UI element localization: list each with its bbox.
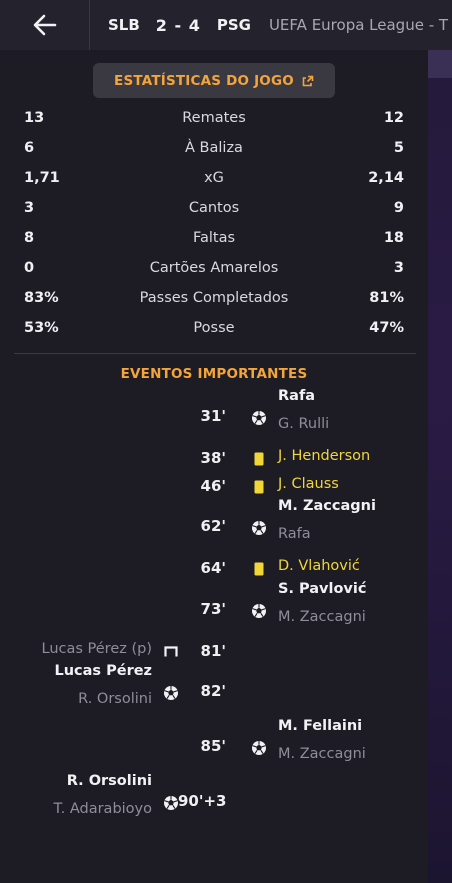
event-minute: 81' <box>200 642 226 660</box>
event-minute: 90'+3 <box>178 792 227 810</box>
match-stats-button[interactable]: ESTATÍSTICAS DO JOGO <box>93 63 335 98</box>
stat-row: 3 Cantos 9 <box>0 200 428 222</box>
stat-away-value: 2,14 <box>368 170 404 186</box>
event-minute: 82' <box>200 682 226 700</box>
stat-away-value: 81% <box>369 290 404 306</box>
top-bar: SLB 2 - 4 PSG UEFA Europa League - T <box>0 0 452 50</box>
event-player[interactable]: M. Fellaini <box>278 718 362 734</box>
stat-label: Passes Completados <box>139 290 289 306</box>
event-minute: 38' <box>200 449 226 467</box>
stat-row: 13 Remates 12 <box>0 110 428 132</box>
event-detail[interactable]: M. Zaccagni <box>278 746 366 762</box>
divider <box>14 353 416 354</box>
events-title: EVENTOS IMPORTANTES <box>120 366 308 382</box>
event-minute: 73' <box>200 600 226 618</box>
match-stats-panel: ESTATÍSTICAS DO JOGO 13 Remates 12 6 À Baliz… <box>0 50 428 883</box>
stat-label: Posse <box>193 320 235 336</box>
event-player[interactable]: J. Clauss <box>278 476 339 492</box>
event-minute: 46' <box>200 477 226 495</box>
yellow-card-icon <box>251 479 267 495</box>
event-player[interactable]: Rafa <box>278 388 315 404</box>
scoreline: SLB 2 - 4 PSG UEFA Europa League - T <box>90 16 448 35</box>
goal-ball-icon <box>163 685 179 701</box>
goal-ball-icon <box>251 410 267 426</box>
stat-row: 53% Posse 47% <box>0 320 428 342</box>
goal-ball-icon <box>251 520 267 536</box>
stat-row: 83% Passes Completados 81% <box>0 290 428 312</box>
match-stats-title: ESTATÍSTICAS DO JOGO <box>114 72 294 89</box>
event-detail[interactable]: M. Zaccagni <box>278 609 366 625</box>
stat-label: xG <box>204 170 224 186</box>
event-player[interactable]: Lucas Pérez <box>54 663 152 679</box>
event-minute: 62' <box>200 517 226 535</box>
stat-label: Cartões Amarelos <box>149 260 279 276</box>
home-team: SLB <box>108 16 140 34</box>
event-detail[interactable]: Rafa <box>278 526 311 542</box>
goal-ball-icon <box>251 740 267 756</box>
stat-away-value: 9 <box>393 200 404 216</box>
side-panel-edge <box>428 50 452 883</box>
event-player[interactable]: J. Henderson <box>278 448 370 464</box>
stat-label: Faltas <box>192 230 236 246</box>
event-detail[interactable]: Lucas Pérez (p) <box>42 641 153 657</box>
stat-away-value: 18 <box>383 230 404 246</box>
event-minute: 64' <box>200 559 226 577</box>
goal-ball-icon <box>163 795 179 811</box>
yellow-card-icon <box>251 451 267 467</box>
event-detail[interactable]: G. Rulli <box>278 416 329 432</box>
stat-away-value: 12 <box>383 110 404 126</box>
stat-row: 6À Baliza 5 <box>0 140 428 162</box>
stat-label: Cantos <box>188 200 240 216</box>
event-minute: 31' <box>200 407 226 425</box>
away-team: PSG <box>216 16 251 34</box>
goal-ball-icon <box>251 603 267 619</box>
yellow-card-icon <box>251 561 267 577</box>
match-score: 2 - 4 <box>155 15 201 35</box>
stat-away-value: 5 <box>393 140 404 156</box>
event-minute: 85' <box>200 737 226 755</box>
stat-row: 0 Cartões Amarelos 3 <box>0 260 428 282</box>
stat-label: À Baliza <box>185 140 243 156</box>
event-player[interactable]: D. Vlahović <box>278 558 360 574</box>
event-detail[interactable]: R. Orsolini <box>78 691 152 707</box>
stat-row: 1,71 xG 2,14 <box>0 170 428 192</box>
event-detail[interactable]: T. Adarabioyo <box>53 801 152 817</box>
event-player[interactable]: M. Zaccagni <box>278 498 376 514</box>
arrow-left-icon <box>33 14 56 36</box>
stat-label: Remates <box>182 110 246 126</box>
stat-away-value: 47% <box>369 320 404 336</box>
stat-row: 8 Faltas 18 <box>0 230 428 252</box>
back-button[interactable] <box>0 0 90 50</box>
competition-name: UEFA Europa League - T <box>268 16 449 34</box>
expand-icon <box>302 75 314 86</box>
event-player[interactable]: R. Orsolini <box>67 773 152 789</box>
event-player[interactable]: S. Pavlović <box>278 581 366 597</box>
stat-away-value: 3 <box>393 260 404 276</box>
penalty-missed-icon <box>163 644 179 660</box>
